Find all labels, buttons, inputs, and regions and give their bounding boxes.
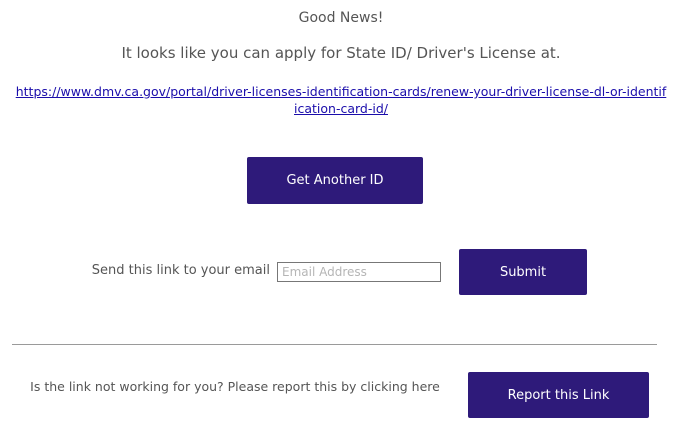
email-input[interactable] (277, 262, 441, 282)
headline: Good News! (298, 10, 384, 26)
report-link-button[interactable]: Report this Link (468, 372, 649, 418)
email-label: Send this link to your email (91, 263, 270, 278)
dmv-link[interactable]: https://www.dmv.ca.gov/portal/driver-lic… (14, 83, 668, 117)
report-text: Is the link not working for you? Please … (30, 379, 440, 394)
divider (12, 344, 657, 345)
result-message: It looks like you can apply for State ID… (121, 44, 561, 62)
submit-button[interactable]: Submit (459, 249, 587, 295)
get-another-id-button[interactable]: Get Another ID (247, 157, 423, 204)
